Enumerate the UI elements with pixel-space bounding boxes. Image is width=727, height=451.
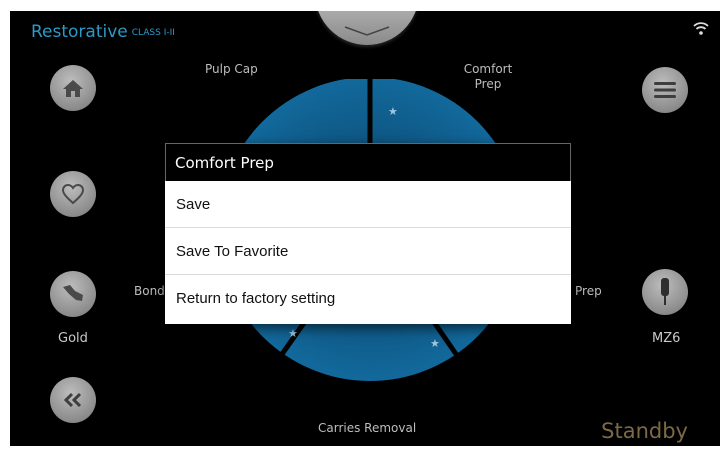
star-icon: ★	[430, 337, 440, 350]
segment-label-carries-removal[interactable]: Carries Removal	[318, 421, 416, 436]
wifi-icon	[693, 22, 709, 35]
status-text: Standby	[601, 419, 688, 443]
save-to-favorite-option[interactable]: Save To Favorite	[165, 228, 571, 275]
handpiece-button[interactable]	[642, 269, 688, 315]
chevron-down-icon	[344, 26, 390, 36]
comfort-prep-dialog: Comfort Prep Save Save To Favorite Retur…	[165, 143, 571, 324]
procedure-title: Restorative	[31, 22, 128, 42]
star-icon: ★	[288, 327, 298, 340]
heart-icon	[61, 183, 85, 205]
save-option[interactable]: Save	[165, 181, 571, 228]
dialog-title: Comfort Prep	[165, 143, 571, 181]
return-to-factory-setting-option[interactable]: Return to factory setting	[165, 275, 571, 323]
favorites-button[interactable]	[50, 171, 96, 217]
handpiece-label: MZ6	[652, 331, 681, 346]
handpiece-icon	[661, 278, 669, 305]
segment-label-comfort-prep[interactable]: Comfort Prep	[458, 62, 518, 92]
restoration-label: Gold	[58, 331, 88, 346]
menu-button[interactable]	[642, 67, 688, 113]
tooth-drill-icon	[63, 285, 83, 301]
page-title: Restorative CLASS I-II	[31, 22, 175, 42]
menu-icon	[654, 82, 676, 98]
segment-label-bond[interactable]: Bond	[134, 284, 165, 299]
restoration-button[interactable]	[50, 271, 96, 317]
star-icon: ★	[388, 105, 398, 118]
home-icon	[63, 80, 83, 97]
top-pull-down-handle[interactable]	[315, 11, 419, 45]
home-button[interactable]	[50, 65, 96, 111]
double-chevron-left-icon	[63, 392, 82, 408]
back-button[interactable]	[50, 377, 96, 423]
segment-label-prep[interactable]: Prep	[575, 284, 602, 299]
procedure-class: CLASS I-II	[131, 28, 175, 38]
segment-label-pulp-cap[interactable]: Pulp Cap	[205, 62, 258, 77]
